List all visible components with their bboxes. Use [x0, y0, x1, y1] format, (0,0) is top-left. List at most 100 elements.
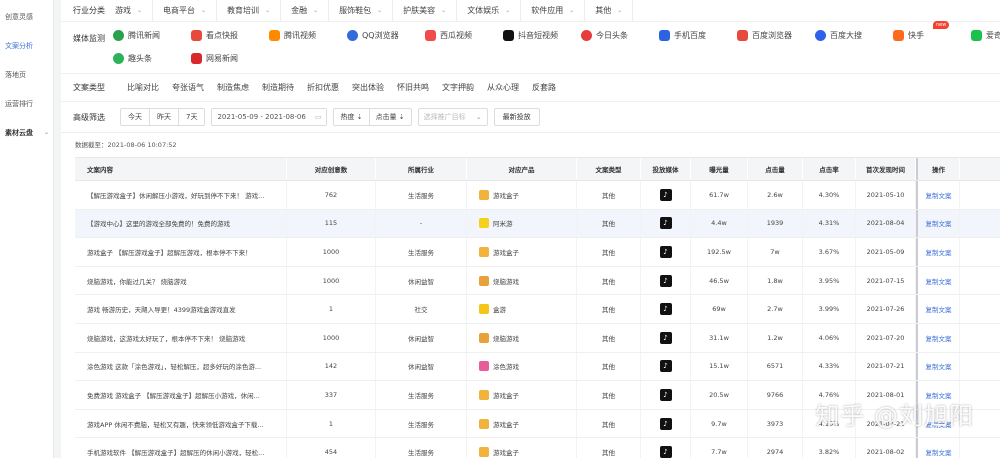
product-cell: 游戏盒子: [467, 409, 577, 438]
copy-type-option[interactable]: 制造期待: [262, 82, 294, 93]
copy-type-option[interactable]: 制造焦虑: [217, 82, 249, 93]
clicks-cell: 2.6w: [748, 181, 803, 209]
media-option-label: 腾讯新闻: [128, 31, 160, 40]
industry-cell: 休闲益智: [376, 266, 467, 295]
baidu-search-icon: [815, 30, 826, 41]
table-row[interactable]: 游戏 畅游历史，天飓入导更！4399游戏盒游戏直发 1 社交 盒游 其他 ♪ 69w 2.7w…: [75, 295, 1000, 324]
latest-placement-button[interactable]: 最新投放: [493, 108, 540, 126]
product-name: 阿米游: [493, 220, 513, 229]
copy-type-cell: 其他: [577, 295, 641, 323]
column-header: 所属行业: [376, 158, 467, 180]
sort-by-clicks-button[interactable]: 点击量 ⇣: [370, 109, 411, 125]
product-name: 涂色游戏: [493, 363, 519, 372]
tab-today[interactable]: 今天: [121, 109, 150, 125]
copy-type-option[interactable]: 从众心理: [487, 82, 519, 93]
product-cell: 游戏盒子: [467, 381, 577, 409]
media-option[interactable]: 网易新闻: [191, 47, 269, 70]
first-seen-cell: 2021-07-15: [856, 266, 916, 295]
column-header: 文案类型: [577, 158, 641, 180]
media-option-label: 今日头条: [596, 31, 628, 40]
sidebar-item-landing-page[interactable]: 落地页: [0, 60, 53, 89]
media-option[interactable]: 看点快报: [191, 24, 269, 47]
media-cell: ♪: [641, 295, 691, 323]
industry-option[interactable]: 文体娱乐 ⌄: [457, 0, 522, 22]
copy-text-button[interactable]: 复制文案: [916, 181, 960, 209]
ctr-cell: 4.31%: [803, 209, 856, 238]
media-option[interactable]: QQ浏览器: [347, 24, 425, 47]
table-row[interactable]: 烧脑游戏，你能过几关？ 烧脑游戏 1000 休闲益智 烧脑游戏 其他 ♪ 46.5w 1.8w…: [75, 266, 1000, 296]
sort-controls: 热度 ⇣ 点击量 ⇣: [333, 108, 412, 126]
chevron-down-icon: ⌄: [441, 7, 447, 14]
sort-by-heat-button[interactable]: 热度 ⇣: [334, 109, 370, 125]
copy-text-button[interactable]: 复制文案: [916, 438, 960, 458]
column-header: 点击率: [803, 158, 856, 180]
sidebar-item-creative[interactable]: 创意灵感: [0, 2, 53, 31]
industry-option[interactable]: 电商平台 ⌄: [153, 0, 218, 22]
product-logo-icon: [479, 361, 489, 372]
media-option[interactable]: 趣头条: [113, 47, 191, 70]
copy-type-option[interactable]: 文字押韵: [442, 82, 474, 93]
sidebar-item-operation-rank[interactable]: 运营排行: [0, 89, 53, 118]
media-option[interactable]: 西瓜视频: [425, 24, 503, 47]
media-option[interactable]: 腾讯视频: [269, 24, 347, 47]
table-row[interactable]: 手机游戏软件 【解压游戏盒子】超解压的休闲小游戏，轻松... 454 生活服务 游戏盒…: [75, 438, 1000, 458]
copy-type-option[interactable]: 反套路: [532, 82, 556, 93]
table-row[interactable]: 烧脑游戏，这游戏太好玩了，根本停不下来！ 烧脑游戏 1000 休闲益智 烧脑游戏 其他 ♪…: [75, 323, 1000, 353]
baidu-browser-icon: [737, 30, 748, 41]
media-option[interactable]: 快手 new: [893, 21, 971, 47]
column-header: 点击量: [748, 158, 803, 180]
copy-type-option[interactable]: 折扣优惠: [307, 82, 339, 93]
copy-type-cell: 其他: [577, 409, 641, 438]
industry-cell: 生活服务: [376, 409, 467, 438]
copy-text-button[interactable]: 复制文案: [916, 352, 960, 381]
industry-cell: 休闲益智: [376, 352, 467, 381]
copy-type-option[interactable]: 怀旧共鸣: [397, 82, 429, 93]
copy-type-option[interactable]: 夸张语气: [172, 82, 204, 93]
copy-type-option[interactable]: 比喻对比: [127, 82, 159, 93]
creative-count-cell: 1: [287, 409, 376, 438]
industry-option-label: 游戏: [115, 6, 131, 15]
product-logo-icon: [479, 304, 489, 315]
sidebar-item-copy-analysis[interactable]: 文案分析: [0, 31, 53, 60]
copy-text-button[interactable]: 复制文案: [916, 266, 960, 295]
industry-option-label: 护肤美容: [403, 6, 436, 15]
industry-option[interactable]: 其他 ⌄: [585, 0, 634, 22]
copy-content-cell: 游戏APP 休闲不费脑，轻松又有趣，快来领低游戏盒子下载...: [75, 409, 287, 438]
tencent-video-icon: [269, 30, 280, 41]
first-seen-cell: 2021-07-21: [856, 352, 916, 381]
media-option[interactable]: 爱奇艺new: [971, 24, 1000, 47]
copy-text-button[interactable]: 复制文案: [916, 238, 960, 266]
table-row[interactable]: 【游戏中心】这里的游戏全部免费的！免费的游戏 115- 阿米游 其他 ♪ 4.4w 1939…: [75, 209, 1000, 239]
tab-yesterday[interactable]: 昨天: [150, 109, 179, 125]
media-option-label: 百度浏览器: [752, 31, 792, 40]
industry-option[interactable]: 教育培训 ⌄: [217, 0, 282, 22]
chevron-down-icon: ⌄: [43, 129, 49, 136]
media-option[interactable]: 百度大搜: [815, 24, 893, 47]
media-option-label: 趣头条: [128, 54, 152, 63]
industry-option[interactable]: 游戏 ⌄: [113, 0, 154, 22]
media-option[interactable]: 百度浏览器: [737, 24, 815, 47]
copy-text-button[interactable]: 复制文案: [916, 209, 960, 238]
media-option[interactable]: 腾讯新闻: [113, 24, 191, 47]
copy-type-option[interactable]: 突出体验: [352, 82, 384, 93]
tab-7-days[interactable]: 7天: [179, 109, 204, 125]
industry-option[interactable]: 软件应用 ⌄: [521, 0, 586, 22]
table-row[interactable]: 游戏盒子 【解压游戏盒子】超解压游戏，根本停不下来！ 1000 生活服务 游戏盒子 其他…: [75, 238, 1000, 267]
industry-option[interactable]: 金融 ⌄: [281, 0, 330, 22]
media-option[interactable]: 今日头条: [581, 24, 659, 47]
table-row[interactable]: 【解压游戏盒子】休闲解压小游戏，好玩到停不下来！ 游戏... 762 生活服务 游戏盒…: [75, 181, 1000, 210]
product-cell: 盒游: [467, 295, 577, 323]
sidebar-item-material-cloud[interactable]: 素材云盘 ⌄: [0, 118, 53, 147]
copy-text-button[interactable]: 复制文案: [916, 323, 960, 352]
industry-option-label: 文体娱乐: [467, 6, 500, 15]
media-option[interactable]: 抖音短视频: [503, 24, 581, 47]
copy-text-button[interactable]: 复制文案: [916, 295, 960, 323]
table-row[interactable]: 涂色游戏 这款「涂色游戏」，轻松解压，超多好玩的涂色游... 142 休闲益智 涂色游…: [75, 352, 1000, 382]
media-option-label: 百度大搜: [830, 31, 862, 40]
promotion-target-select[interactable]: 选择推广目标 ⌄: [417, 108, 488, 126]
date-range-picker[interactable]: 2021-05-09 - 2021-08-06 ▭: [211, 108, 328, 126]
industry-option[interactable]: 服饰鞋包 ⌄: [329, 0, 394, 22]
media-option[interactable]: 手机百度: [659, 24, 737, 47]
industry-option[interactable]: 护肤美容 ⌄: [393, 0, 458, 22]
toutiao-icon: [581, 30, 592, 41]
